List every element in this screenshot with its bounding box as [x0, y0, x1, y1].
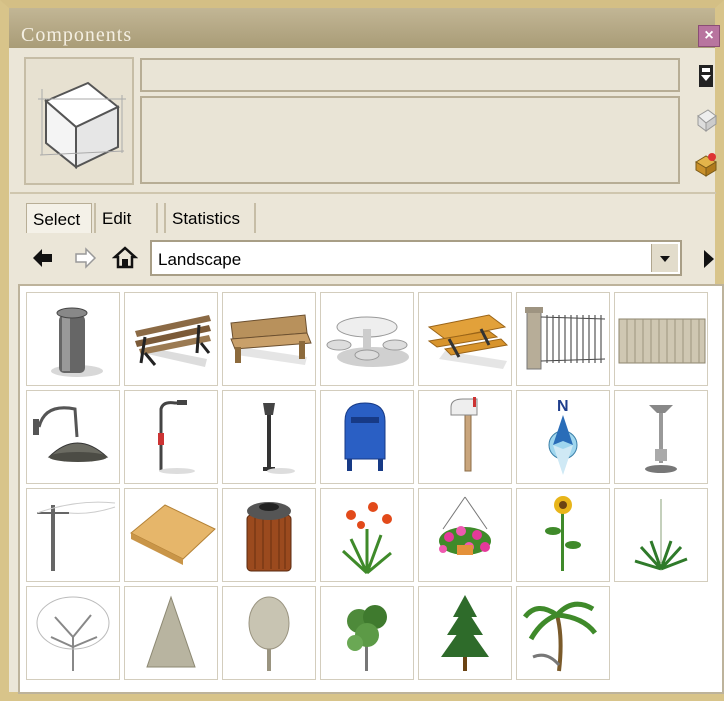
palm-tree-icon: [523, 601, 597, 672]
grass-plant-icon: [634, 499, 688, 571]
component-item[interactable]: [222, 586, 316, 680]
component-item[interactable]: [26, 390, 120, 484]
sunflower-icon: [545, 496, 581, 571]
collection-dropdown[interactable]: Landscape: [150, 240, 682, 276]
conifer-tree-icon: [146, 595, 196, 668]
tab-select[interactable]: Select: [26, 203, 92, 233]
lamp-post-icon: [263, 403, 295, 474]
pine-tree-icon: [441, 595, 489, 671]
mailbox-icon: [344, 402, 386, 471]
component-item[interactable]: [614, 292, 708, 386]
rock-slab-icon: [130, 504, 216, 565]
component-item[interactable]: [320, 390, 414, 484]
round-picnic-table-icon: [326, 316, 409, 367]
collection-dropdown-value: Landscape: [158, 250, 242, 269]
component-item[interactable]: [26, 292, 120, 386]
component-cube-icon: [38, 81, 126, 170]
north-arrow-icon: N: [548, 398, 578, 475]
home-icon[interactable]: [112, 245, 138, 271]
picnic-table-icon: [427, 314, 509, 369]
park-bench-wood-icon: [230, 314, 312, 365]
bare-tree-icon: [36, 596, 110, 671]
back-arrow-icon[interactable]: [30, 245, 56, 271]
component-item[interactable]: N: [516, 390, 610, 484]
component-description-field[interactable]: [140, 96, 680, 184]
street-light-icon: [158, 400, 195, 474]
component-item[interactable]: [124, 390, 218, 484]
deciduous-tree-icon: [248, 596, 290, 671]
chevron-down-icon: [660, 256, 670, 262]
wood-fence-icon: [618, 318, 706, 364]
close-button[interactable]: ×: [698, 25, 720, 47]
component-item[interactable]: [516, 488, 610, 582]
window-title: Components: [21, 24, 133, 46]
component-item[interactable]: [124, 292, 218, 386]
shrub-tree-icon: [347, 605, 387, 671]
component-item[interactable]: [418, 292, 512, 386]
components-grid: N: [18, 284, 724, 694]
component-item[interactable]: [222, 390, 316, 484]
component-item[interactable]: [124, 586, 218, 680]
component-name-field[interactable]: [140, 58, 680, 92]
patio-heater-icon: [645, 405, 677, 473]
component-item[interactable]: [418, 488, 512, 582]
forward-arrow-icon[interactable]: [72, 245, 98, 271]
dropdown-arrow-button[interactable]: [651, 244, 678, 272]
utility-pole-icon: [36, 501, 116, 571]
lily-plant-icon: [341, 502, 392, 575]
wood-trash-bin-icon: [246, 502, 292, 572]
wall-lamp-icon: [33, 406, 109, 462]
tab-statistics[interactable]: Statistics: [164, 203, 256, 233]
component-item[interactable]: [320, 586, 414, 680]
trash-can-icon: [51, 307, 103, 377]
component-item[interactable]: [124, 488, 218, 582]
component-item[interactable]: [222, 292, 316, 386]
title-bar[interactable]: Components: [9, 8, 715, 48]
component-item[interactable]: [26, 488, 120, 582]
details-arrow-icon[interactable]: [694, 246, 720, 272]
component-item[interactable]: [320, 488, 414, 582]
component-item[interactable]: [614, 390, 708, 484]
component-item[interactable]: [320, 292, 414, 386]
component-item[interactable]: [418, 390, 512, 484]
component-item[interactable]: [516, 586, 610, 680]
component-item[interactable]: [222, 488, 316, 582]
post-mailbox-icon: [450, 397, 478, 472]
component-outline-icon[interactable]: [692, 106, 720, 134]
tab-edit[interactable]: Edit: [94, 203, 158, 233]
park-bench-iron-icon: [135, 315, 211, 367]
iron-fence-icon: [525, 307, 606, 370]
separator: [10, 192, 716, 194]
component-item[interactable]: [26, 586, 120, 680]
component-item[interactable]: [614, 488, 708, 582]
svg-text:N: N: [557, 398, 569, 415]
display-details-icon[interactable]: [692, 62, 720, 90]
get-models-icon[interactable]: [692, 150, 720, 178]
component-preview: [24, 57, 134, 185]
hanging-flower-basket-icon: [439, 496, 491, 555]
component-item[interactable]: [516, 292, 610, 386]
component-item[interactable]: [418, 586, 512, 680]
